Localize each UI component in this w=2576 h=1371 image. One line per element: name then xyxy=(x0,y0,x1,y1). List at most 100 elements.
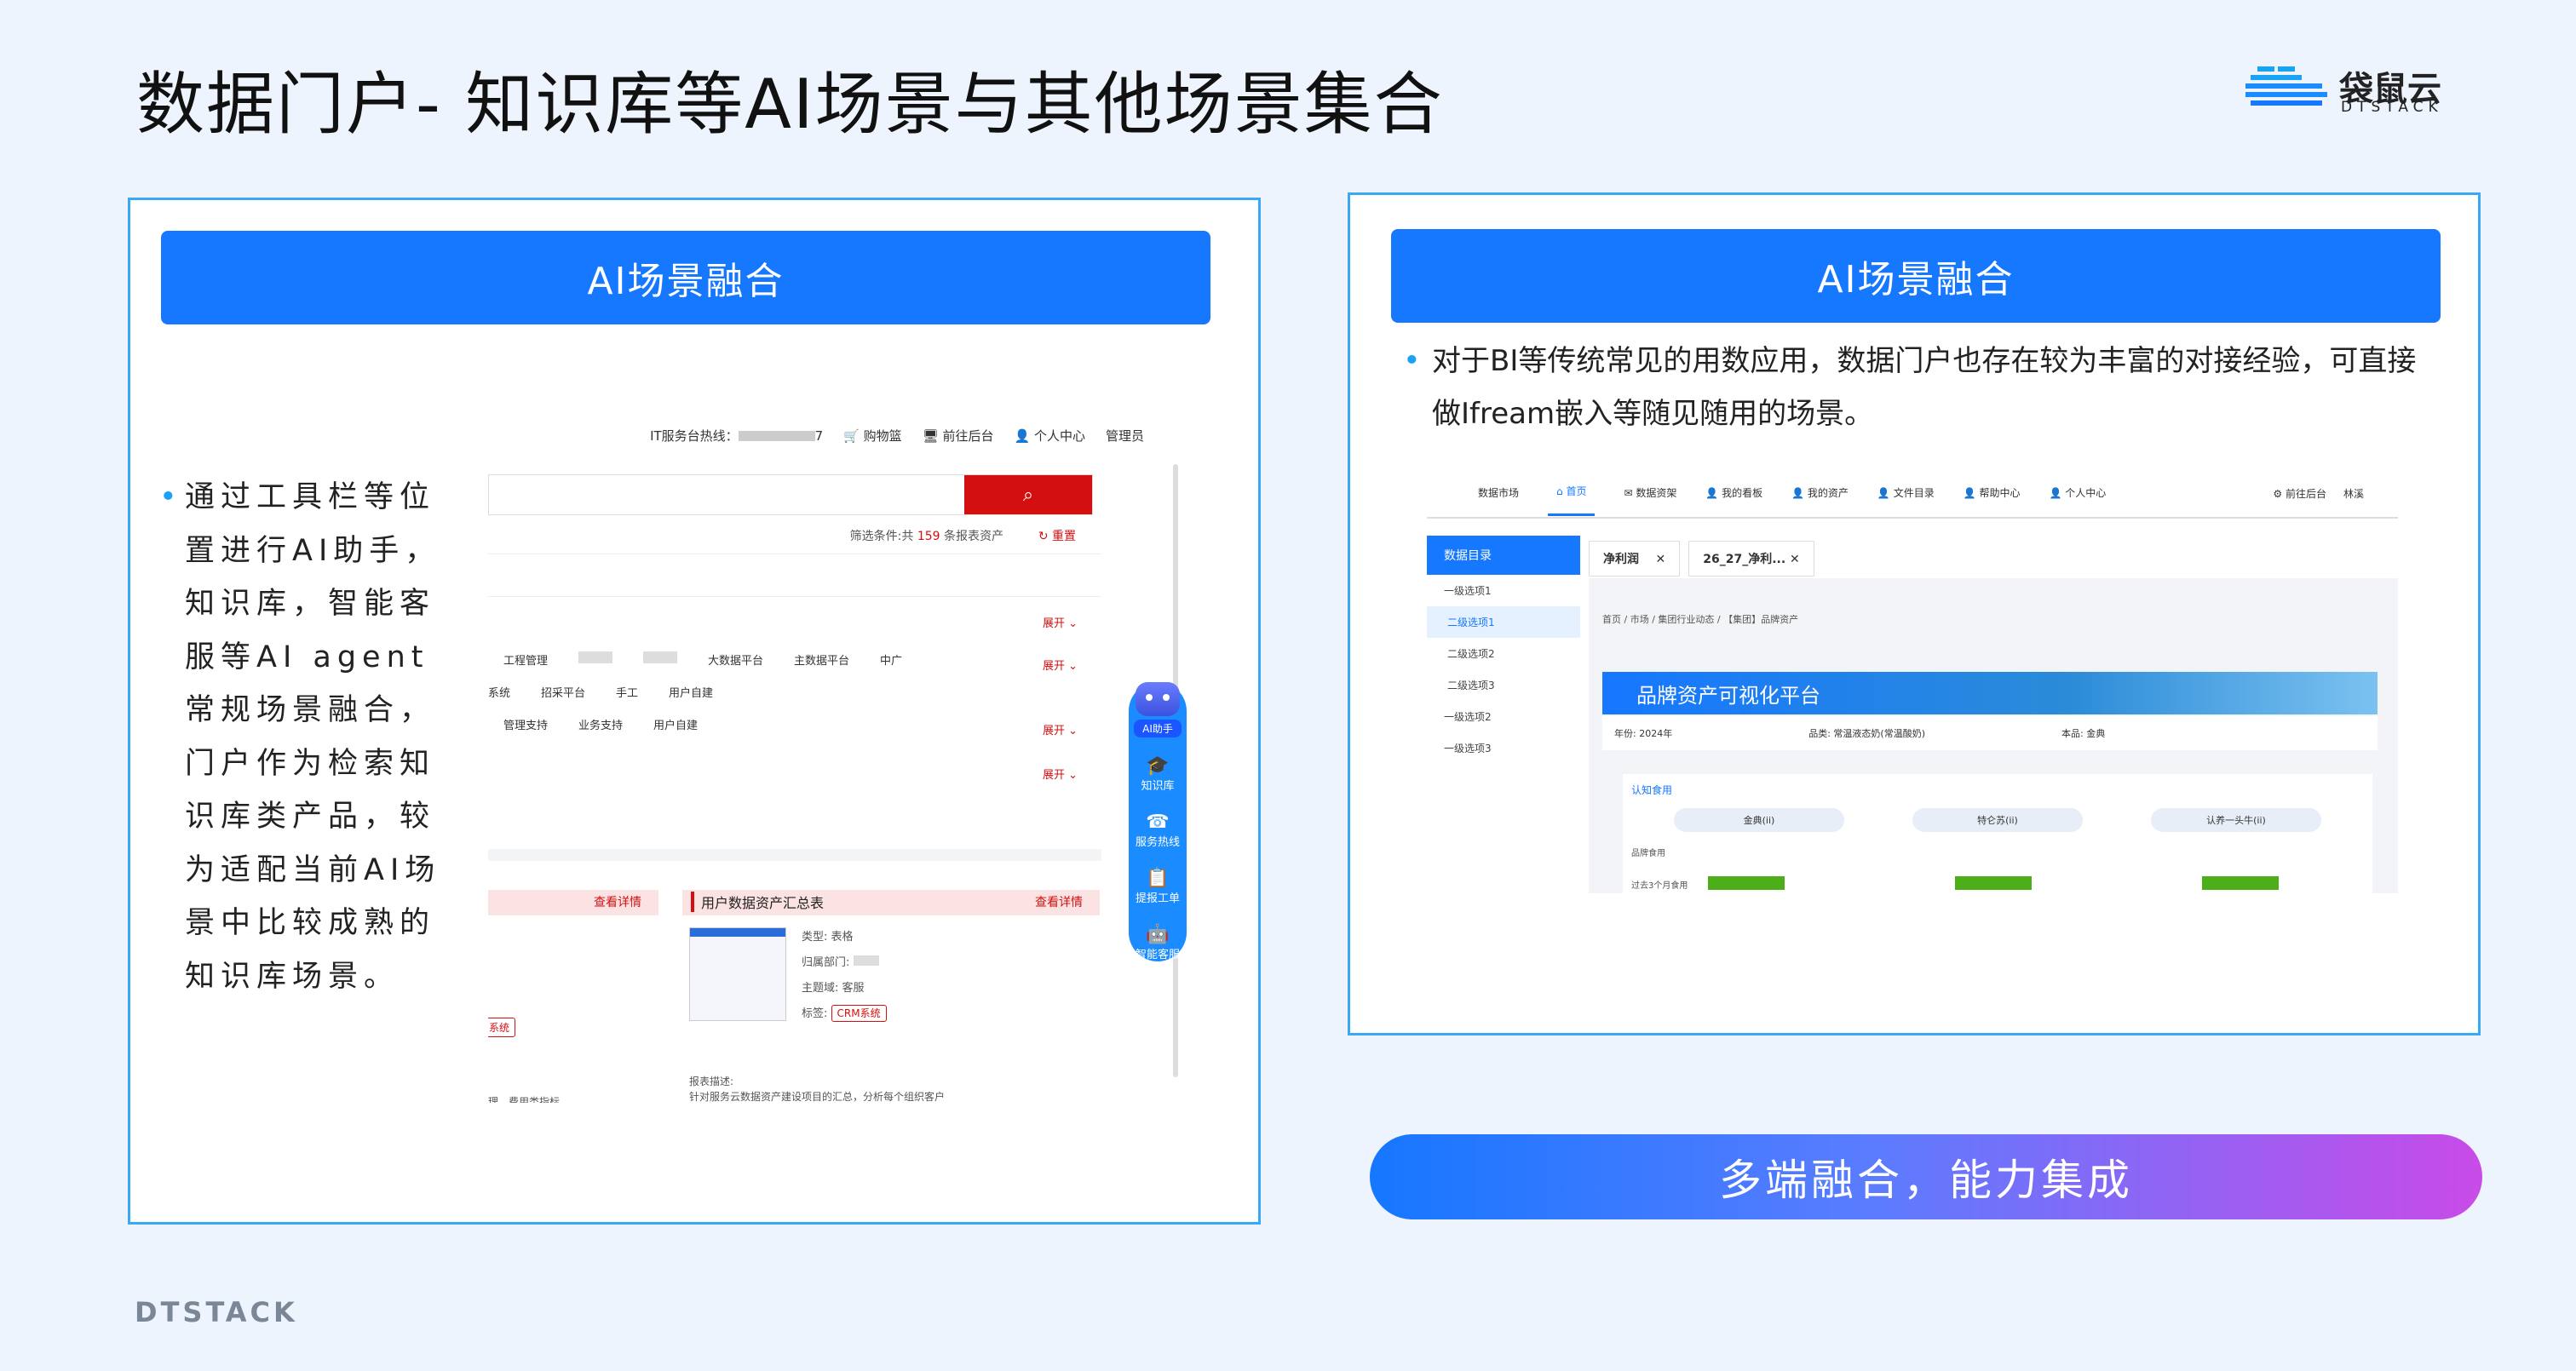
left-bullet: • 通过工具栏等位置进行AI助手，知识库，智能客服等AI agent常规场景融合… xyxy=(159,471,457,1003)
ticket-icon: 📋 xyxy=(1146,868,1170,889)
filter-option[interactable]: 招采平台 xyxy=(541,684,585,700)
report-card[interactable]: 查看详情 系统 理、费用类指标 xyxy=(488,890,658,1103)
expand-link[interactable]: 展开 ⌄ xyxy=(1043,657,1078,673)
admin-label[interactable]: 管理员 xyxy=(1106,427,1144,445)
graduation-cap-icon: 🎓 xyxy=(1146,755,1170,777)
toolbar-hotline[interactable]: ☎ 服务热线 xyxy=(1129,812,1187,849)
embedded-dashboard: 首页 / 市场 / 集团行业动态 / 【集团】品牌资产 品牌资产可视化平台 年份… xyxy=(1589,578,2398,893)
catalog-sidebar: 数据目录 一级选项1 二级选项1 二级选项2 二级选项3 一级选项2 一级选项3 xyxy=(1427,536,1580,893)
right-banner: AI场景融合 xyxy=(1391,229,2441,323)
filter-option[interactable]: 主数据平台 xyxy=(794,651,849,668)
expand-link[interactable]: 展开 ⌄ xyxy=(1043,721,1078,737)
dashboard-title: 品牌资产可视化平台 xyxy=(1602,672,2378,714)
report-card[interactable]: 用户数据资产汇总表 查看详情 类型: 表格 归属部门: 主题域: 客服 标签: … xyxy=(682,890,1100,1103)
sidebar-item[interactable]: 二级选项2 xyxy=(1427,638,1580,669)
filter-option[interactable]: 工程管理 xyxy=(503,651,548,668)
section-gap xyxy=(488,849,1101,861)
toolbar-smart-service[interactable]: 🤖 智能客服 xyxy=(1129,924,1187,961)
filter-option[interactable]: 管理支持 xyxy=(503,716,548,732)
user-center-link[interactable]: 👤 个人中心 xyxy=(1015,427,1085,445)
robot-avatar-icon xyxy=(1136,682,1180,716)
toolbar-knowledge[interactable]: 🎓 知识库 xyxy=(1129,755,1187,793)
refresh-icon: ↻ xyxy=(1038,530,1049,543)
brand-sub: DTSTACK xyxy=(2341,99,2443,116)
brand-pill: 金典(ii) xyxy=(1674,808,1844,832)
search-input[interactable]: ⌕ xyxy=(488,474,1093,515)
nav-item-home[interactable]: ⌂ 首页 xyxy=(1548,468,1596,516)
filter-category[interactable]: 品类: 常温液态奶(常温酸奶) xyxy=(1808,726,1925,740)
reset-button[interactable]: ↻ 重置 xyxy=(1038,527,1076,544)
tab-item[interactable]: 净利润 ✕ xyxy=(1589,541,1681,577)
nav-item[interactable]: 👤 个人中心 xyxy=(2049,485,2106,500)
expand-link[interactable]: 展开 ⌄ xyxy=(1043,614,1078,630)
filter-row: 系统 招采平台 手工 用户自建 xyxy=(488,684,1101,700)
sidebar-item[interactable]: 一级选项1 xyxy=(1427,575,1580,606)
filter-row: 管理支持 业务支持 用户自建 xyxy=(488,716,1101,732)
metric-card: 认知食用 金典(ii) 特仑苏(ii) 认养一头牛(ii) 品牌食用 过去3个月… xyxy=(1623,774,2372,893)
bullet-dot-icon: • xyxy=(159,480,183,514)
sidebar-item[interactable]: 二级选项3 xyxy=(1427,669,1580,701)
filter-year[interactable]: 年份: 2024年 xyxy=(1614,726,1672,740)
nav-item[interactable]: 👤 我的资产 xyxy=(1791,485,1849,500)
filter-option[interactable]: 系统 xyxy=(488,684,510,700)
filter-option[interactable]: 用户自建 xyxy=(653,716,698,732)
toolbar-ticket[interactable]: 📋 提报工单 xyxy=(1129,868,1187,905)
meta-tag: 标签: CRM系统 xyxy=(802,1004,887,1022)
backend-link[interactable]: ⚙ 前往后台 xyxy=(2273,486,2326,501)
row-label: 品牌食用 xyxy=(1631,849,1665,858)
ai-assistant-button[interactable]: AI助手 xyxy=(1129,682,1187,737)
nav-item[interactable]: 👤 文件目录 xyxy=(1877,485,1935,500)
search-button[interactable]: ⌕ xyxy=(964,475,1092,514)
green-bar xyxy=(1955,876,2032,890)
report-thumbnail xyxy=(689,927,786,1021)
row-label: 过去3个月食用 xyxy=(1631,881,1688,891)
sidebar-item[interactable]: 一级选项2 xyxy=(1427,701,1580,732)
card-desc-label: 报表描述: xyxy=(689,1076,734,1087)
username: 林溪 xyxy=(2343,488,2364,500)
footer-brand: DTSTACK xyxy=(135,1296,298,1328)
brand-pill: 认养一头牛(ii) xyxy=(2151,808,2321,832)
filter-option[interactable]: 中广 xyxy=(880,651,902,668)
left-panel: AI场景融合 • 通过工具栏等位置进行AI助手，知识库，智能客服等AI agen… xyxy=(128,198,1261,1225)
nav-item[interactable]: 👤 帮助中心 xyxy=(1964,485,2021,500)
meta-dept: 归属部门: xyxy=(802,953,879,969)
card-detail-link[interactable]: 查看详情 xyxy=(1035,893,1083,910)
nav-right: ⚙ 前往后台 林溪 xyxy=(2273,486,2364,501)
right-bullet: • 对于BI等传统常见的用数应用，数据门户也存在较为丰富的对接经验，可直接做If… xyxy=(1403,335,2437,440)
green-bar xyxy=(2202,876,2279,890)
filter-row: 工程管理 大数据平台 主数据平台 中广 xyxy=(488,651,1101,668)
right-bullet-text: 对于BI等传统常见的用数应用，数据门户也存在较为丰富的对接经验，可直接做Ifre… xyxy=(1432,344,2417,431)
sidebar-item[interactable]: 二级选项1 xyxy=(1427,606,1580,638)
expand-link[interactable]: 展开 ⌄ xyxy=(1043,766,1078,782)
card-desc: 针对服务云数据资产建设项目的汇总，分析每个组织客户 xyxy=(689,1091,946,1103)
right-panel: AI场景融合 • 对于BI等传统常见的用数应用，数据门户也存在较为丰富的对接经验… xyxy=(1348,192,2481,1035)
left-bullet-text: 通过工具栏等位置进行AI助手，知识库，智能客服等AI agent常规场景融合，门… xyxy=(185,480,441,994)
filter-brand[interactable]: 本品: 金典 xyxy=(2061,726,2105,740)
filter-summary: 筛选条件:共 159 条报表资产 xyxy=(849,530,1003,543)
card-tag: 系统 xyxy=(488,1018,516,1037)
card-detail-link[interactable]: 查看详情 xyxy=(594,893,641,910)
card-title: 用户数据资产汇总表 xyxy=(691,892,824,912)
nav-item[interactable]: 数据市场 xyxy=(1478,485,1519,500)
filter-option[interactable]: 业务支持 xyxy=(578,716,623,732)
robot-icon: 🤖 xyxy=(1146,924,1170,945)
tab-item[interactable]: 26_27_净利... ✕ xyxy=(1688,541,1814,577)
report-tabs: 净利润 ✕ 26_27_净利... ✕ xyxy=(1589,537,1814,577)
cart-link[interactable]: 🛒 购物篮 xyxy=(843,427,901,445)
filter-option[interactable]: 用户自建 xyxy=(669,684,713,700)
brand-pill: 特仑苏(ii) xyxy=(1912,808,2083,832)
ai-assistant-label: AI助手 xyxy=(1134,720,1182,737)
search-icon: ⌕ xyxy=(1022,484,1034,506)
right-screenshot: 数据市场 ⌂ 首页 ✉ 数据资架 👤 我的看板 👤 我的资产 👤 文件目录 👤 … xyxy=(1427,468,2398,893)
page-title: 数据门户- 知识库等AI场景与其他场景集合 xyxy=(136,65,1444,144)
brand-logo: 袋鼠云 DTSTACK xyxy=(2245,61,2450,119)
filter-option[interactable]: 手工 xyxy=(616,684,638,700)
sidebar-title: 数据目录 xyxy=(1427,536,1580,575)
dtstack-cloud-icon xyxy=(2245,66,2327,106)
nav-item[interactable]: ✉ 数据资架 xyxy=(1624,485,1676,500)
meta-type: 类型: 表格 xyxy=(802,931,854,944)
sidebar-item[interactable]: 一级选项3 xyxy=(1427,732,1580,764)
backend-link[interactable]: 🖥 前往后台 xyxy=(923,427,994,445)
nav-item[interactable]: 👤 我的看板 xyxy=(1705,485,1762,500)
filter-option[interactable]: 大数据平台 xyxy=(708,651,763,668)
